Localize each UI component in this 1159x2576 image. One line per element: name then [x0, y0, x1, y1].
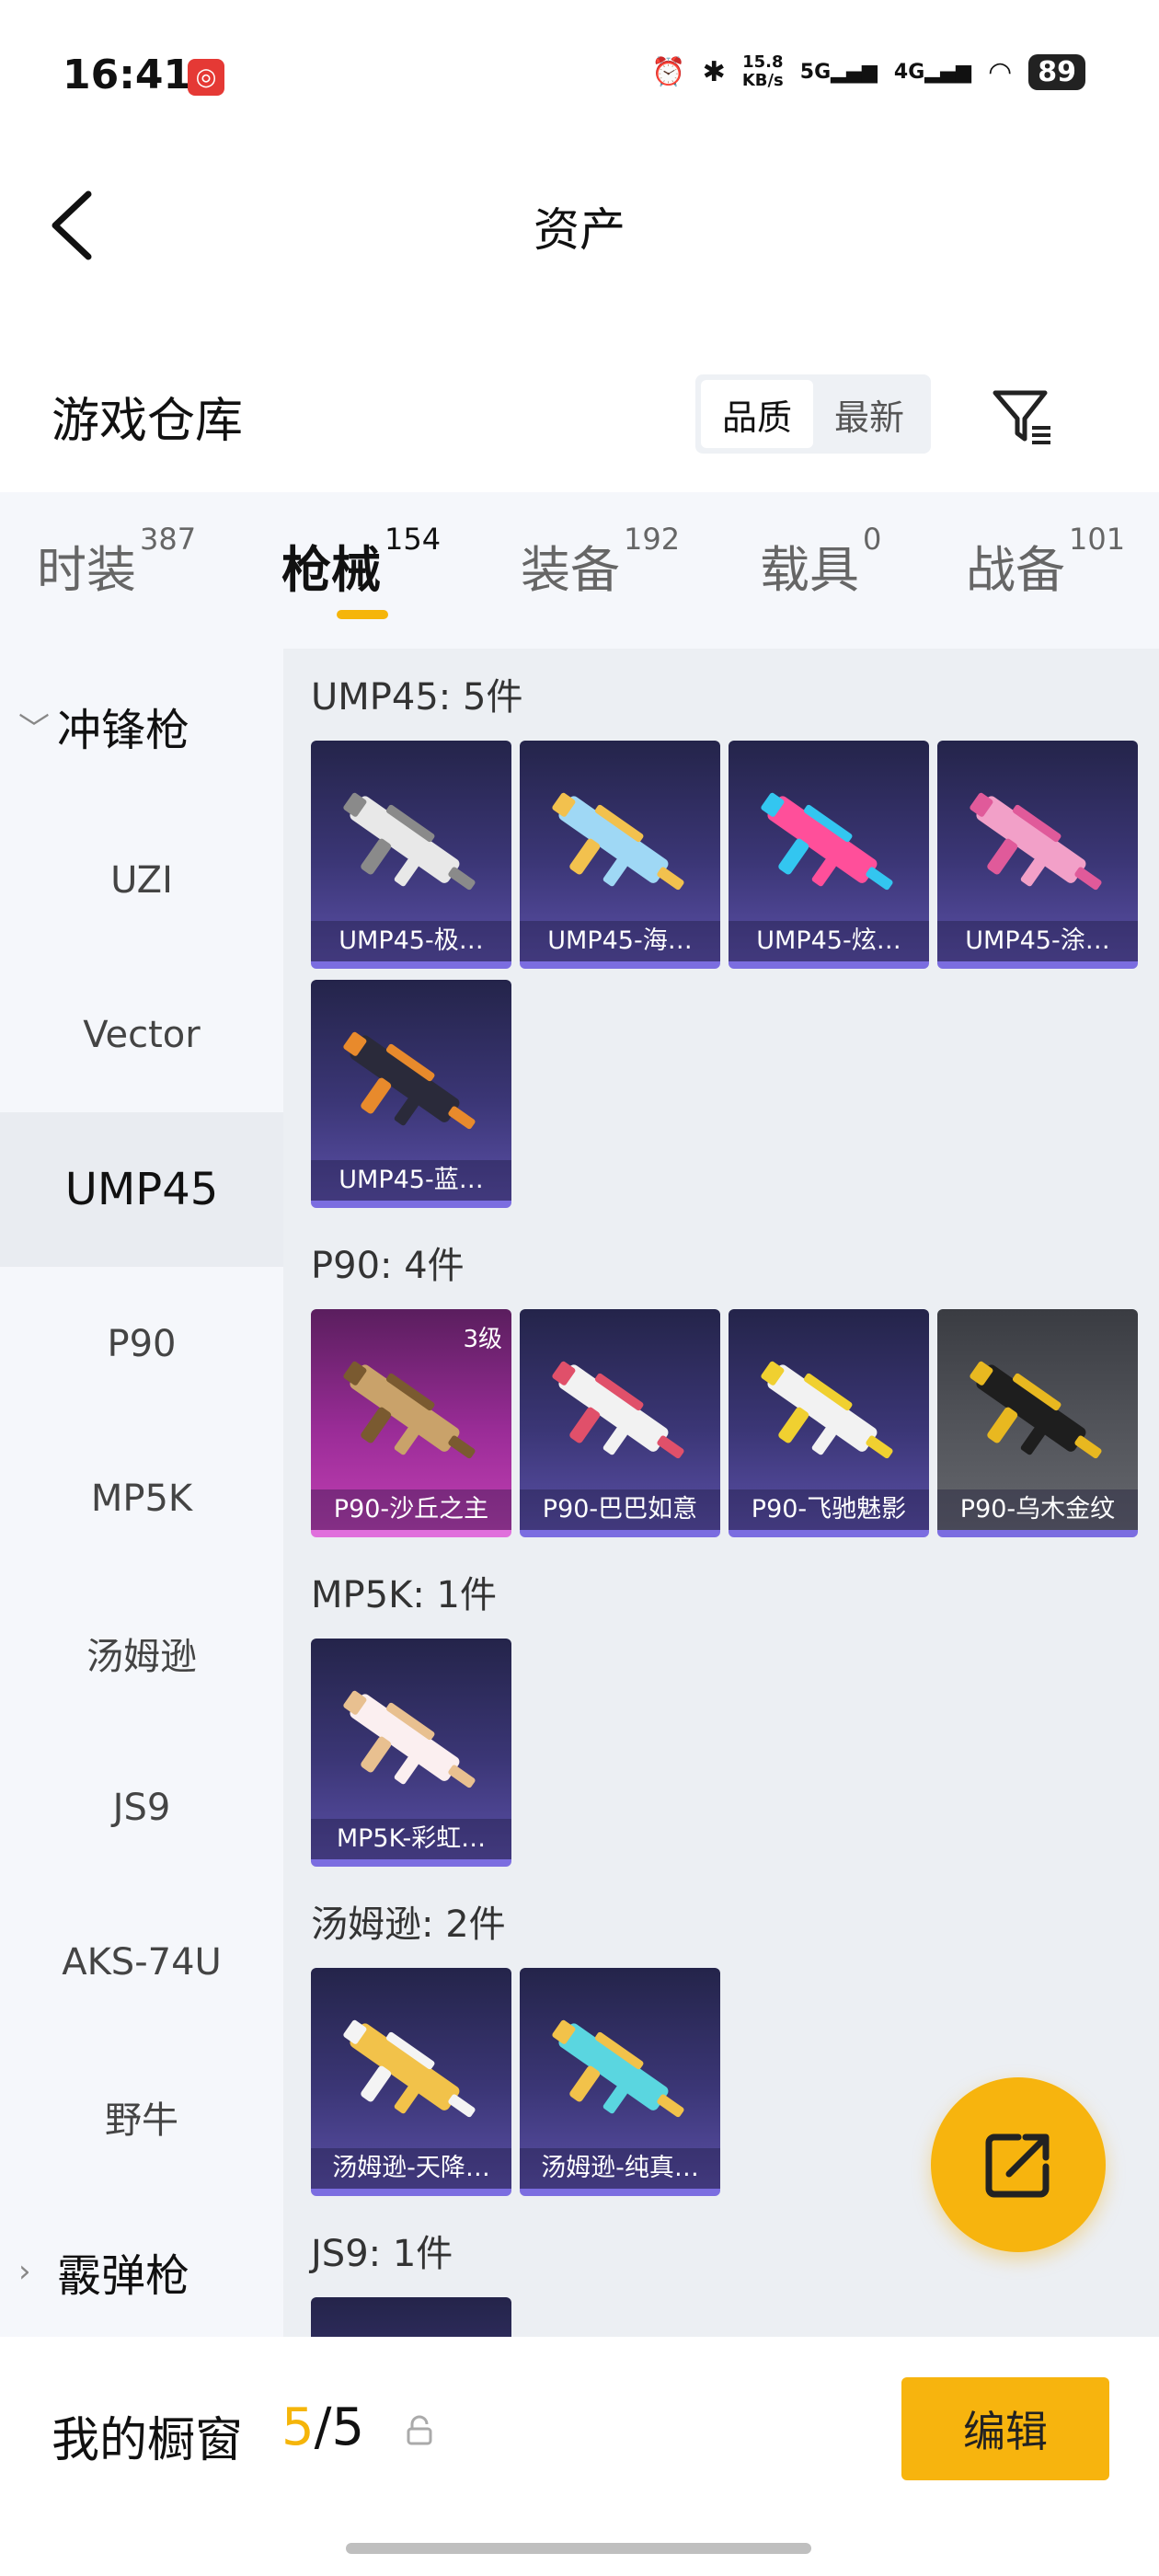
sidebar-group-shotgun[interactable]: › 霰弹枪	[18, 2194, 189, 2349]
sidebar-item-aks74u[interactable]: AKS-74U	[0, 1885, 283, 2040]
category-tabs: 时装387 枪械154 装备192 载具0 战备101	[0, 492, 1159, 649]
active-tab-indicator	[337, 610, 388, 619]
tab-equipment[interactable]: 装备192	[521, 522, 680, 602]
page-header: 资产	[0, 156, 1159, 294]
tab-supplies[interactable]: 战备101	[966, 522, 1125, 602]
weapon-name: UMP45-极…	[311, 921, 511, 961]
weapon-name: P90-沙丘之主	[311, 1489, 511, 1530]
bluetooth-icon: ✱	[702, 55, 726, 88]
edit-button[interactable]: 编辑	[901, 2377, 1109, 2480]
weapon-name: UMP45-蓝…	[311, 1160, 511, 1201]
weapon-name: MP5K-彩虹…	[311, 1819, 511, 1859]
section-label: 汤姆逊: 2件	[311, 1903, 506, 1946]
tab-vehicles[interactable]: 载具0	[760, 522, 881, 602]
weapon-name: 汤姆逊-天降…	[311, 2148, 511, 2189]
sidebar-item-ump45[interactable]: UMP45	[0, 1112, 283, 1267]
sidebar-item-vector[interactable]: Vector	[0, 958, 283, 1112]
chevron-right-icon: ›	[18, 2253, 31, 2290]
lock-icon	[407, 2415, 432, 2445]
wifi-icon: ◠	[988, 55, 1013, 88]
alarm-icon: ⏰	[651, 55, 686, 88]
weapon-card[interactable]: 3级 P90-沙丘之主	[311, 1309, 511, 1537]
weapon-skin-image	[552, 792, 684, 891]
showcase-label: 我的橱窗	[52, 2413, 244, 2468]
weapon-card[interactable]: UMP45-炫…	[729, 741, 929, 969]
weapon-name: P90-飞驰魅影	[729, 1489, 929, 1530]
sidebar-item-js9[interactable]: JS9	[0, 1731, 283, 1885]
weapon-skin-image	[343, 1361, 476, 1459]
section-label: UMP45: 5件	[311, 676, 523, 719]
weapon-card[interactable]: P90-巴巴如意	[520, 1309, 720, 1537]
network-speed: 15.8 KB/s	[741, 52, 784, 90]
sidebar-item-bizon[interactable]: 野牛	[0, 2040, 283, 2194]
weapon-card[interactable]: 汤姆逊-纯真…	[520, 1968, 720, 2196]
home-indicator	[346, 2543, 811, 2554]
weapon-card[interactable]: 汤姆逊-天降…	[311, 1968, 511, 2196]
sidebar-item-p90[interactable]: P90	[0, 1267, 283, 1421]
sort-newest-button[interactable]: 最新	[813, 380, 925, 448]
showcase-bar: 我的橱窗 5/5 编辑	[0, 2337, 1159, 2576]
weapon-name: 汤姆逊-纯真…	[520, 2148, 720, 2189]
weapon-name: P90-乌木金纹	[937, 1489, 1138, 1530]
share-fab-button[interactable]	[931, 2077, 1106, 2252]
weapon-skin-image	[761, 1361, 893, 1459]
share-icon	[985, 2133, 1050, 2198]
weapon-skin-image	[343, 1690, 476, 1788]
weapon-card[interactable]: P90-飞驰魅影	[729, 1309, 929, 1537]
tab-fashion[interactable]: 时装387	[37, 522, 196, 602]
section-label: JS9: 1件	[311, 2233, 453, 2275]
sidebar-item-thompson[interactable]: 汤姆逊	[0, 1576, 283, 1731]
weapon-skin-image	[761, 792, 893, 891]
sidebar-group-label: 霰弹枪	[57, 2250, 190, 2302]
chevron-down-icon: ﹀	[18, 710, 50, 748]
warehouse-header: 游戏仓库 品质 最新	[0, 354, 1159, 474]
sidebar-group-smg[interactable]: ﹀ 冲锋枪	[18, 649, 189, 803]
clock: 16:41	[63, 52, 192, 98]
sort-toggle: 品质 最新	[695, 374, 931, 454]
showcase-count: 5/5	[281, 2398, 365, 2457]
weapon-skin-image	[343, 2019, 476, 2118]
notification-app-icon: ◎	[188, 59, 224, 96]
sidebar-group-label: 冲锋枪	[57, 705, 190, 756]
filter-icon[interactable]	[990, 384, 1056, 450]
weapon-name: UMP45-海…	[520, 921, 720, 961]
signal-5g-icon: 5G▂▄▆	[799, 60, 878, 84]
signal-4g-icon: 4G▂▄▆	[893, 60, 972, 84]
weapon-skin-image	[970, 1361, 1102, 1459]
weapon-card[interactable]: MP5K-彩虹…	[311, 1639, 511, 1867]
weapon-skin-image	[970, 792, 1102, 891]
tab-firearms[interactable]: 枪械154	[281, 522, 441, 602]
sort-quality-button[interactable]: 品质	[701, 380, 813, 448]
section-label: P90: 4件	[311, 1245, 465, 1287]
weapon-card[interactable]: UMP45-涂…	[937, 741, 1138, 969]
level-badge: 3级	[463, 1326, 502, 1353]
weapon-skin-image	[552, 1361, 684, 1459]
weapon-card[interactable]: P90-乌木金纹	[937, 1309, 1138, 1537]
weapon-card[interactable]: UMP45-蓝…	[311, 980, 511, 1208]
warehouse-title: 游戏仓库	[52, 394, 244, 449]
battery-icon: 89	[1028, 53, 1085, 90]
weapon-card[interactable]: UMP45-海…	[520, 741, 720, 969]
weapon-skin-image	[343, 1031, 476, 1130]
weapon-card[interactable]: UMP45-极…	[311, 741, 511, 969]
weapon-type-sidebar: ﹀ 冲锋枪 UZI Vector UMP45 P90 MP5K 汤姆逊 JS9 …	[0, 649, 283, 2337]
page-title: 资产	[534, 203, 625, 257]
weapon-name: P90-巴巴如意	[520, 1489, 720, 1530]
sidebar-item-uzi[interactable]: UZI	[0, 803, 283, 958]
sidebar-item-mp5k[interactable]: MP5K	[0, 1421, 283, 1576]
weapon-skin-image	[343, 792, 476, 891]
weapon-name: UMP45-涂…	[937, 921, 1138, 961]
weapon-skin-image	[552, 2019, 684, 2118]
weapon-card[interactable]	[311, 2297, 511, 2337]
section-label: MP5K: 1件	[311, 1574, 497, 1616]
status-icons: ⏰ ✱ 15.8 KB/s 5G▂▄▆ 4G▂▄▆ ◠ 89	[651, 53, 1085, 90]
weapon-name: UMP45-炫…	[729, 921, 929, 961]
status-bar: 16:41 ◎ ⏰ ✱ 15.8 KB/s 5G▂▄▆ 4G▂▄▆ ◠ 89	[0, 0, 1159, 156]
